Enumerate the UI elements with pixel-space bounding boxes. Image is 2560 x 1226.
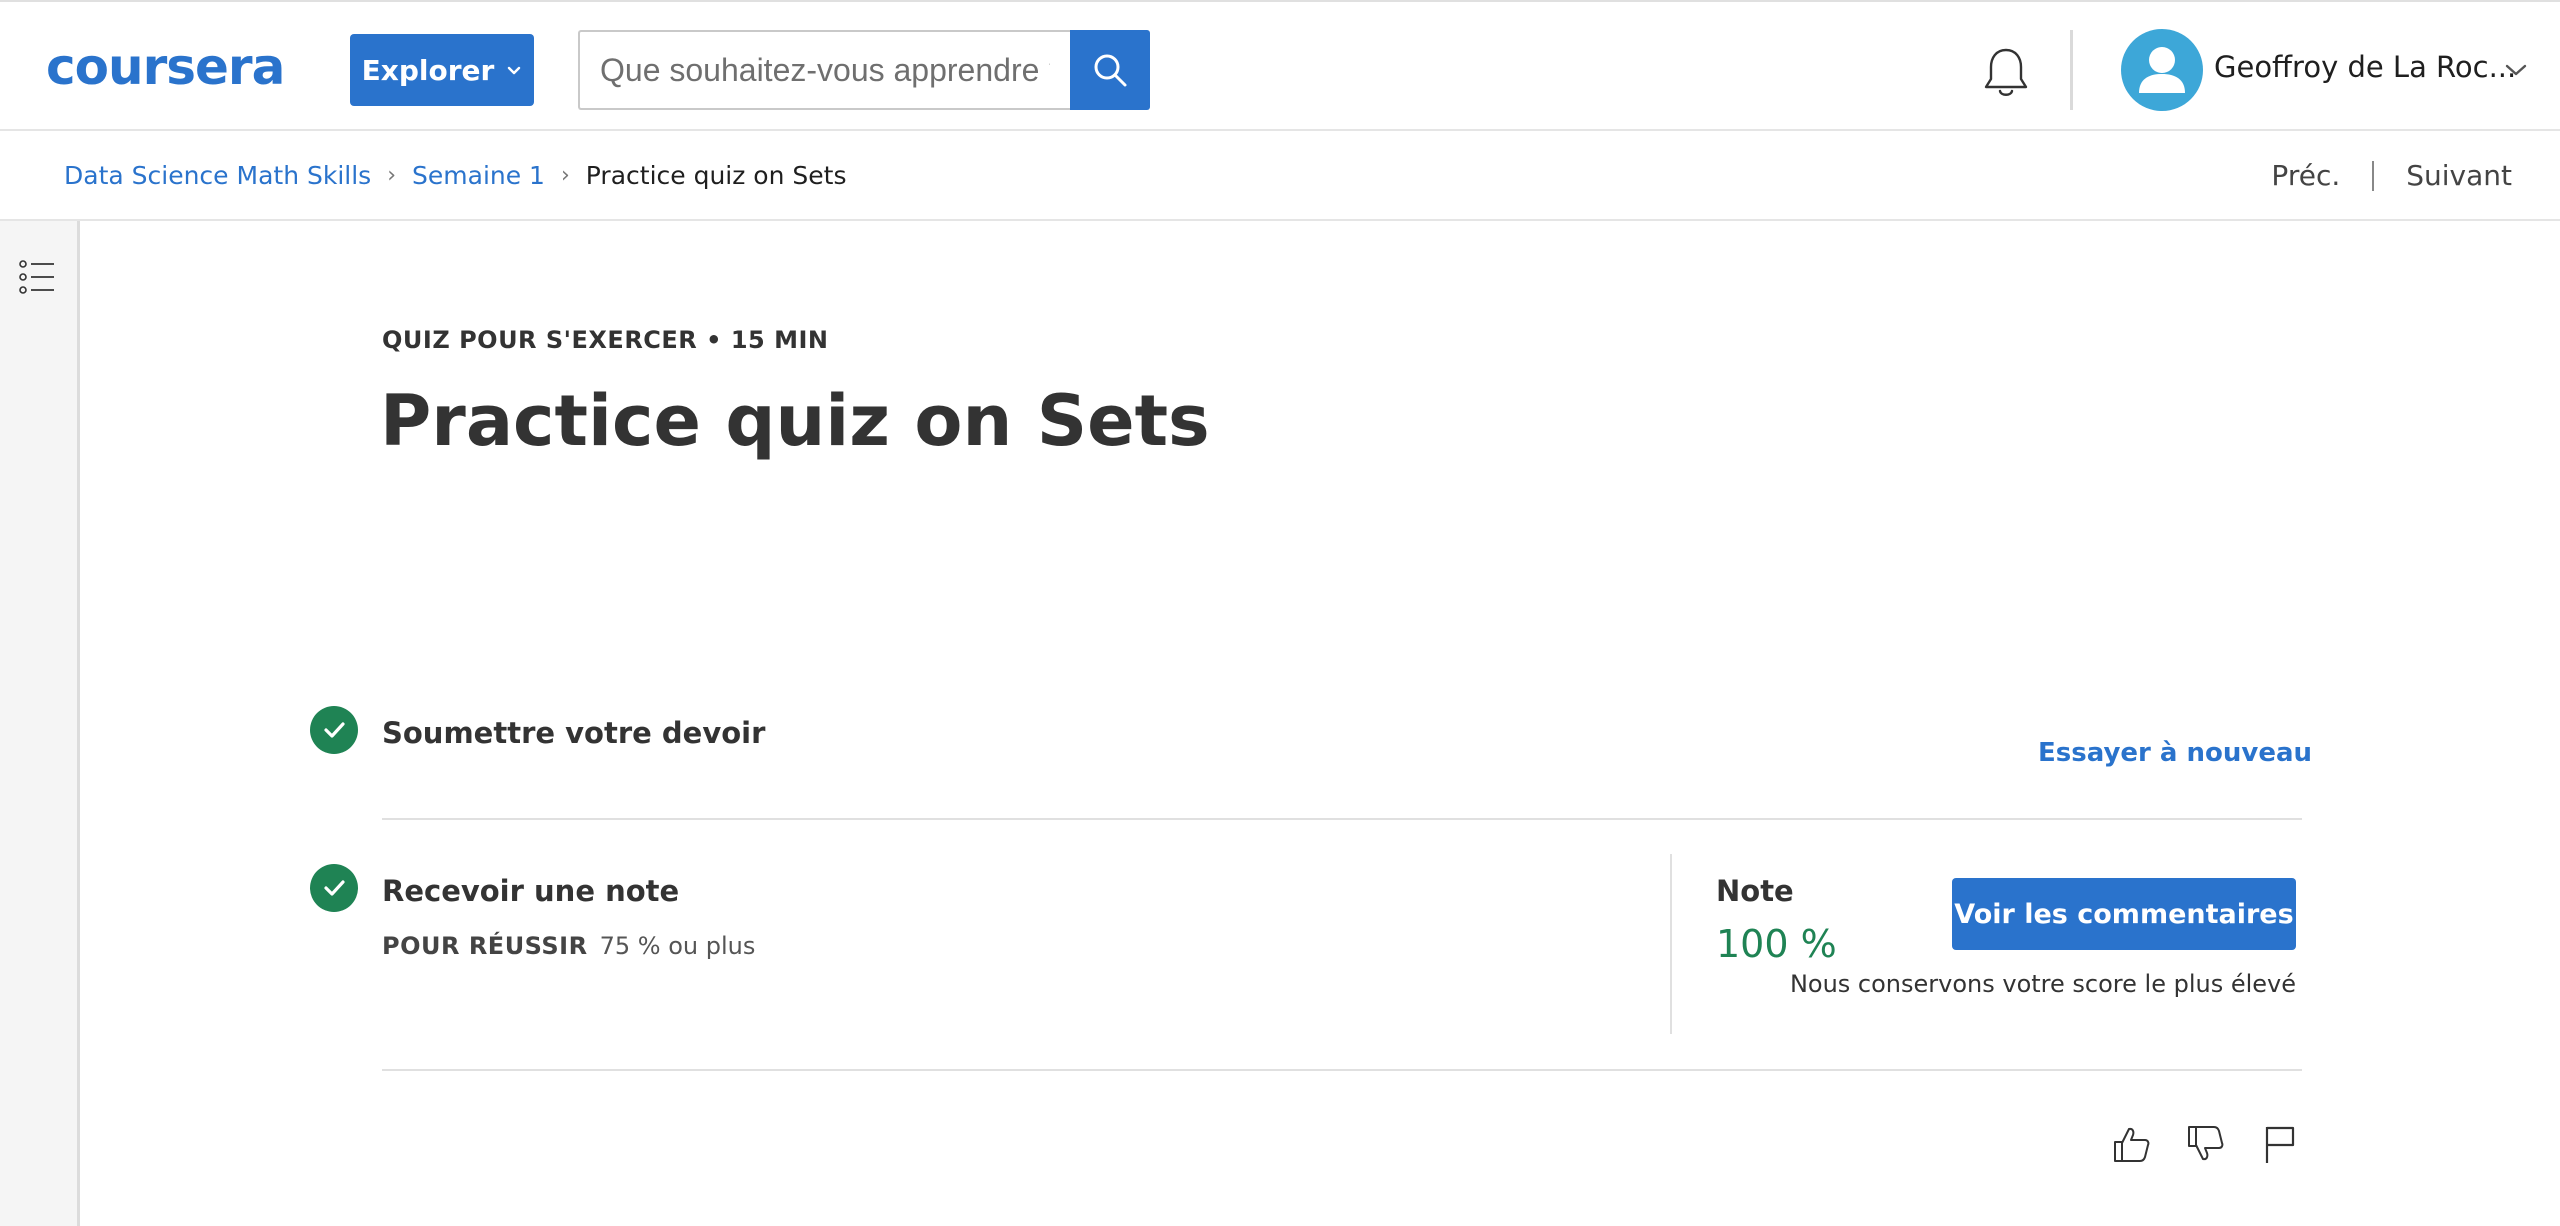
report-button[interactable] — [2258, 1122, 2302, 1166]
bell-icon — [1984, 48, 2028, 96]
thumbs-down-icon — [2188, 1126, 2224, 1161]
item-meta: QUIZ POUR S'EXERCER • 15 MIN — [382, 326, 829, 354]
breadcrumb: Data Science Math Skills › Semaine 1 › P… — [64, 161, 846, 190]
user-avatar[interactable] — [2121, 29, 2203, 111]
flag-icon — [2265, 1126, 2295, 1163]
highest-score-note: Nous conservons votre score le plus élev… — [1789, 970, 2296, 998]
breadcrumb-week[interactable]: Semaine 1 — [412, 161, 545, 190]
top-header: coursera Explorer Geoffroy de La Roc... — [0, 0, 2560, 131]
explore-button-label: Explorer — [361, 53, 495, 87]
nav-divider — [2372, 160, 2375, 191]
page-title: Practice quiz on Sets — [380, 380, 1210, 462]
chevron-right-icon: › — [560, 163, 570, 188]
user-name[interactable]: Geoffroy de La Roc... — [2214, 50, 2516, 84]
grade-step-label: Recevoir une note — [382, 874, 680, 908]
thumbs-up-icon — [2114, 1127, 2150, 1162]
submit-step-label: Soumettre votre devoir — [382, 716, 766, 750]
search-bar — [578, 30, 1150, 110]
retry-button[interactable]: Essayer à nouveau — [2038, 738, 2312, 768]
grade-value: 100 % — [1716, 922, 1837, 966]
passing-requirement: POUR RÉUSSIR 75 % ou plus — [382, 932, 755, 960]
divider — [382, 1069, 2302, 1071]
search-input[interactable] — [578, 30, 1070, 110]
item-navigation: Préc. Suivant — [2271, 159, 2512, 192]
divider — [382, 818, 2302, 820]
like-button[interactable] — [2110, 1122, 2154, 1166]
user-avatar-icon — [2139, 47, 2185, 93]
search-icon — [1094, 54, 1127, 87]
explore-button[interactable]: Explorer — [350, 34, 534, 106]
coursera-logo[interactable]: coursera — [46, 42, 285, 92]
grade-label: Note — [1716, 874, 1794, 908]
check-circle-icon — [310, 864, 358, 912]
breadcrumb-course[interactable]: Data Science Math Skills — [64, 161, 371, 190]
table-of-contents-icon[interactable] — [18, 257, 58, 297]
chevron-down-icon[interactable] — [2504, 60, 2528, 80]
chevron-right-icon: › — [387, 163, 397, 188]
header-divider — [2070, 30, 2073, 110]
breadcrumb-current: Practice quiz on Sets — [585, 161, 847, 190]
chevron-down-icon — [508, 66, 521, 75]
search-button[interactable] — [1070, 30, 1150, 110]
notifications-button[interactable] — [1976, 42, 2036, 102]
side-rail — [0, 221, 80, 1226]
passing-value: 75 % ou plus — [599, 932, 756, 960]
passing-label: POUR RÉUSSIR — [382, 932, 588, 960]
dislike-button[interactable] — [2184, 1122, 2228, 1166]
content-feedback — [2110, 1122, 2302, 1166]
breadcrumb-bar: Data Science Math Skills › Semaine 1 › P… — [0, 131, 2560, 221]
check-circle-icon — [310, 706, 358, 754]
grade-divider — [1670, 854, 1672, 1034]
view-feedback-button[interactable]: Voir les commentaires — [1952, 878, 2296, 950]
previous-item-link[interactable]: Préc. — [2271, 159, 2340, 192]
next-item-link[interactable]: Suivant — [2406, 159, 2512, 192]
